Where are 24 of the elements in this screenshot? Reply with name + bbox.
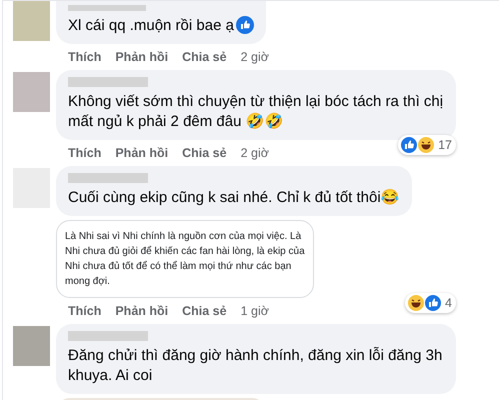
- comment-action-link[interactable]: Thích: [68, 50, 102, 64]
- reaction-count: 17: [438, 138, 452, 152]
- comment-text: Cuối cùng ekip cũng k sai nhé. Chỉ k đủ tốt thôi😂: [68, 188, 400, 208]
- reaction-summary[interactable]: 17: [398, 135, 456, 155]
- comment-action-link[interactable]: Thích: [68, 146, 102, 160]
- comment-time[interactable]: 1 giờ: [240, 304, 269, 318]
- comment-action-link[interactable]: Phản hồi: [115, 50, 168, 64]
- comment-action-link[interactable]: Phản hồi: [115, 146, 168, 160]
- comment-action-link[interactable]: Thích: [68, 304, 102, 318]
- comment-action-link[interactable]: Chia sẻ: [182, 146, 227, 160]
- comment-text: Đăng chửi thì đăng giờ hành chính, đăng xin lỗi đăng 3h khuya. Ai coi: [68, 346, 444, 386]
- avatar-placeholder: [13, 1, 50, 41]
- comment-action-link[interactable]: Phản hồi: [115, 304, 168, 318]
- reaction-summary[interactable]: 4: [405, 293, 456, 313]
- comment-time[interactable]: 2 giờ: [240, 50, 269, 64]
- comment-action-link[interactable]: Chia sẻ: [182, 304, 227, 318]
- comment-text: Không viết sớm thì chuyện từ thiện lại bóc tách ra thì chị mất ngủ k phải 2 đêm đâu 🤣🤣: [68, 92, 444, 132]
- avatar-placeholder: [13, 72, 50, 112]
- avatar-placeholder: [13, 326, 50, 366]
- attached-screenshot-text: Là Nhi sai vì Nhi chính là nguồn cơn của mọi việc. Là Nhi chưa đủ giỏi để khiến các fan hài lòng, là ekip của Nhi chưa đủ tốt để có thể làm mọi thứ như các bạn mong đợi.: [56, 220, 314, 298]
- comment-action-link[interactable]: Chia sẻ: [182, 50, 227, 64]
- reaction-count: 4: [445, 296, 452, 310]
- comment-text: Xl cái qq .muộn rồi bae ạ: [68, 16, 254, 36]
- comment-time[interactable]: 2 giờ: [240, 146, 269, 160]
